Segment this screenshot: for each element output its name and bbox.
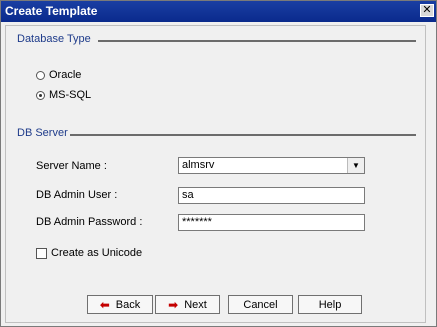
left-arrow-icon: ⬅ (99, 297, 110, 312)
database-type-heading: Database Type (17, 33, 91, 45)
cancel-button[interactable]: Cancel (228, 295, 293, 314)
back-button[interactable]: ⬅ Back (87, 295, 153, 314)
create-as-unicode-checkbox[interactable]: Create as Unicode (36, 247, 142, 259)
create-as-unicode-label: Create as Unicode (51, 247, 143, 259)
right-arrow-icon: ➡ (168, 297, 179, 312)
create-template-dialog: Create Template ✕ Database Type Oracle M… (0, 0, 437, 327)
radio-ms-sql[interactable]: MS-SQL (36, 88, 91, 102)
chevron-down-icon[interactable]: ▼ (347, 158, 364, 173)
radio-button-icon (36, 70, 45, 80)
section-divider (70, 134, 416, 136)
help-label: Help (318, 298, 342, 311)
cancel-label: Cancel (243, 298, 278, 311)
admin-password-input[interactable]: ******* (178, 214, 365, 231)
server-name-combo[interactable]: almsrv ▼ (178, 157, 365, 174)
radio-oracle-label: Oracle (49, 69, 82, 81)
admin-user-value: sa (182, 189, 194, 201)
help-button[interactable]: Help (298, 295, 362, 314)
next-label: Next (184, 298, 207, 311)
db-server-heading: DB Server (17, 127, 68, 139)
checkbox-icon (36, 247, 47, 259)
server-name-value: almsrv (182, 159, 215, 171)
title-bar[interactable]: Create Template ✕ (1, 1, 436, 22)
admin-user-label: DB Admin User : (36, 189, 118, 201)
admin-password-label: DB Admin Password : (36, 216, 143, 228)
dialog-title: Create Template (5, 4, 98, 18)
next-button[interactable]: ➡ Next (155, 295, 220, 314)
server-name-label: Server Name : (36, 160, 107, 172)
admin-password-value: ******* (182, 216, 212, 228)
close-icon[interactable]: ✕ (420, 4, 434, 17)
dialog-body: Database Type Oracle MS-SQL DB Server Se… (5, 25, 426, 323)
radio-button-selected-icon (36, 90, 45, 100)
section-divider (98, 40, 416, 42)
admin-user-input[interactable]: sa (178, 187, 365, 204)
radio-ms-sql-label: MS-SQL (49, 89, 92, 101)
back-label: Back (115, 298, 141, 311)
radio-oracle[interactable]: Oracle (36, 68, 81, 82)
